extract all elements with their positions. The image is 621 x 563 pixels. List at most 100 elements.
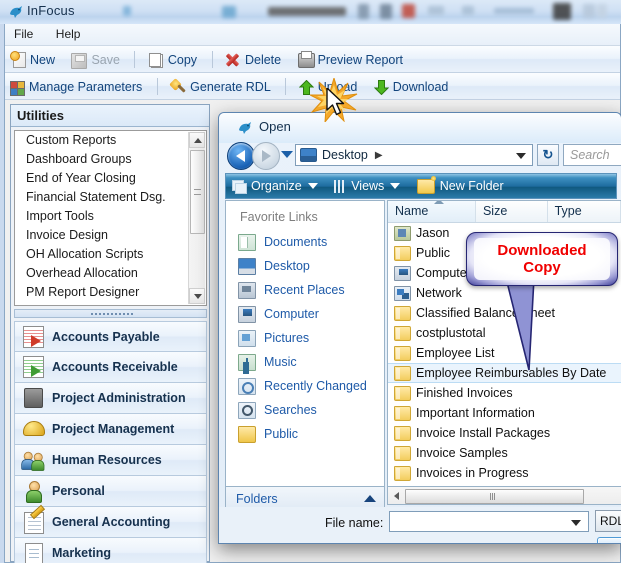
download-button[interactable]: Download — [369, 73, 456, 100]
favorite-item-computer[interactable]: Computer — [226, 302, 384, 326]
utilities-list[interactable]: Custom Reports Dashboard Groups End of Y… — [14, 130, 207, 306]
list-item[interactable]: Invoice Design — [15, 226, 206, 245]
favorite-item-label: Recent Places — [264, 283, 345, 297]
sidebar-item-label: Personal — [52, 484, 105, 498]
favorite-item-recently-changed[interactable]: Recently Changed — [226, 374, 384, 398]
table-row[interactable]: Employee List — [388, 343, 621, 363]
views-button[interactable]: Views — [328, 174, 406, 198]
open-button[interactable]: Open — [597, 537, 621, 543]
list-item[interactable]: End of Year Closing — [15, 169, 206, 188]
favorite-item-searches[interactable]: Searches — [226, 398, 384, 422]
list-item[interactable]: Import Tools — [15, 207, 206, 226]
folders-label: Folders — [236, 491, 278, 506]
utilities-scrollbar[interactable] — [188, 132, 205, 304]
hard-hat-icon — [20, 417, 46, 441]
bird-logo-icon — [237, 121, 253, 135]
dialog-navigation-bar: Desktop ▶ ↻ Search — [219, 140, 621, 172]
scroll-left-arrow-icon[interactable] — [389, 488, 403, 502]
chevron-down-icon[interactable] — [281, 151, 293, 158]
sidebar-item-project-administration[interactable]: Project Administration — [14, 383, 207, 414]
sidebar-item-general-accounting[interactable]: General Accounting — [14, 504, 207, 538]
red-x-icon — [224, 51, 241, 68]
file-list-horizontal-scrollbar[interactable] — [387, 487, 621, 505]
chevron-down-icon[interactable] — [571, 520, 581, 526]
sidebar-item-human-resources[interactable]: Human Resources — [14, 445, 207, 476]
file-name: Computer — [416, 266, 471, 280]
new-folder-button[interactable]: New Folder — [411, 174, 510, 198]
save-button[interactable]: Save — [66, 46, 127, 73]
menu-item-help[interactable]: Help — [47, 24, 90, 41]
column-header-name[interactable]: Name — [388, 201, 476, 222]
table-row-selected[interactable]: Employee Reimbursables By Date — [388, 363, 621, 383]
list-item[interactable]: Custom Reports — [15, 131, 206, 150]
favorite-item-music[interactable]: Music — [226, 350, 384, 374]
delete-button[interactable]: Delete — [220, 46, 288, 73]
back-arrow-icon[interactable] — [227, 142, 255, 170]
chevron-up-icon[interactable] — [364, 495, 376, 502]
folder-icon — [394, 345, 411, 361]
new-button[interactable]: New — [5, 46, 62, 73]
file-type-dropdown[interactable]: RDL — [595, 510, 621, 532]
scroll-up-arrow-icon[interactable] — [189, 132, 205, 148]
sidebar-item-label: Project Administration — [52, 391, 186, 405]
column-header-size[interactable]: Size — [476, 201, 548, 222]
scroll-down-arrow-icon[interactable] — [189, 288, 205, 304]
breadcrumb-current[interactable]: Desktop — [322, 148, 368, 162]
list-item[interactable]: PM Report Designer — [15, 283, 206, 302]
callout-text: Downloaded Copy — [497, 242, 586, 276]
forward-arrow-icon[interactable] — [252, 142, 280, 170]
preview-report-button[interactable]: Preview Report — [293, 46, 410, 73]
table-row[interactable]: Classified Balance Sheet — [388, 303, 621, 323]
screen-root: InFocus File Help New Save Copy Delete P… — [0, 0, 621, 563]
favorite-item-recent-places[interactable]: Recent Places — [226, 278, 384, 302]
sidebar-item-project-management[interactable]: Project Management — [14, 414, 207, 445]
favorite-item-documents[interactable]: Documents — [226, 230, 384, 254]
utilities-header: Utilities — [11, 105, 209, 127]
favorite-item-label: Recently Changed — [264, 379, 367, 393]
table-row[interactable]: Invoice Install Packages — [388, 423, 621, 443]
refresh-icon[interactable]: ↻ — [537, 144, 559, 166]
copy-button[interactable]: Copy — [143, 46, 204, 73]
table-row[interactable]: Finished Invoices — [388, 383, 621, 403]
file-name: Finished Invoices — [416, 386, 513, 400]
toolbar-separator — [211, 51, 213, 68]
folder-icon — [394, 465, 411, 481]
favorite-item-pictures[interactable]: Pictures — [226, 326, 384, 350]
table-row[interactable]: costplustotal — [388, 323, 621, 343]
manage-parameters-button[interactable]: Manage Parameters — [5, 73, 149, 100]
favorite-item-public[interactable]: Public — [226, 422, 384, 446]
new-folder-icon — [416, 175, 436, 194]
table-row[interactable]: Invoice Samples — [388, 443, 621, 463]
pane-resize-grip[interactable] — [14, 309, 207, 318]
dialog-title: Open — [259, 119, 291, 134]
favorite-item-desktop[interactable]: Desktop — [226, 254, 384, 278]
sidebar-item-marketing[interactable]: Marketing — [14, 538, 207, 563]
sidebar-item-accounts-payable[interactable]: Accounts Payable — [14, 321, 207, 352]
sidebar-item-personal[interactable]: Personal — [14, 476, 207, 507]
scrollbar-thumb[interactable] — [190, 150, 205, 234]
dialog-command-bar: Organize Views New Folder — [225, 173, 617, 199]
pictures-icon — [238, 329, 256, 347]
menu-item-file[interactable]: File — [5, 24, 42, 41]
column-header-label: Name — [395, 204, 429, 218]
sidebar-item-label: Project Management — [52, 422, 175, 436]
generate-rdl-button[interactable]: Generate RDL — [165, 73, 278, 100]
list-item[interactable]: OH Allocation Scripts — [15, 245, 206, 264]
list-item[interactable]: Project History — [15, 302, 206, 305]
generate-rdl-label: Generate RDL — [190, 79, 271, 94]
file-name-input[interactable] — [389, 511, 589, 532]
list-item[interactable]: Dashboard Groups — [15, 150, 206, 169]
column-header-type[interactable]: Type — [548, 201, 621, 222]
table-row[interactable]: Invoices in Progress — [388, 463, 621, 483]
breadcrumb-separator[interactable]: ▶ — [375, 150, 383, 161]
recently-changed-icon — [238, 377, 256, 395]
breadcrumb[interactable]: Desktop ▶ — [295, 144, 533, 166]
chevron-down-icon[interactable] — [516, 153, 526, 159]
list-item[interactable]: Overhead Allocation — [15, 264, 206, 283]
scrollbar-thumb[interactable] — [405, 489, 584, 504]
search-input[interactable]: Search — [563, 144, 621, 166]
sidebar-item-accounts-receivable[interactable]: Accounts Receivable — [14, 352, 207, 383]
list-item[interactable]: Financial Statement Dsg. — [15, 188, 206, 207]
table-row[interactable]: Important Information — [388, 403, 621, 423]
organize-button[interactable]: Organize — [226, 174, 324, 198]
